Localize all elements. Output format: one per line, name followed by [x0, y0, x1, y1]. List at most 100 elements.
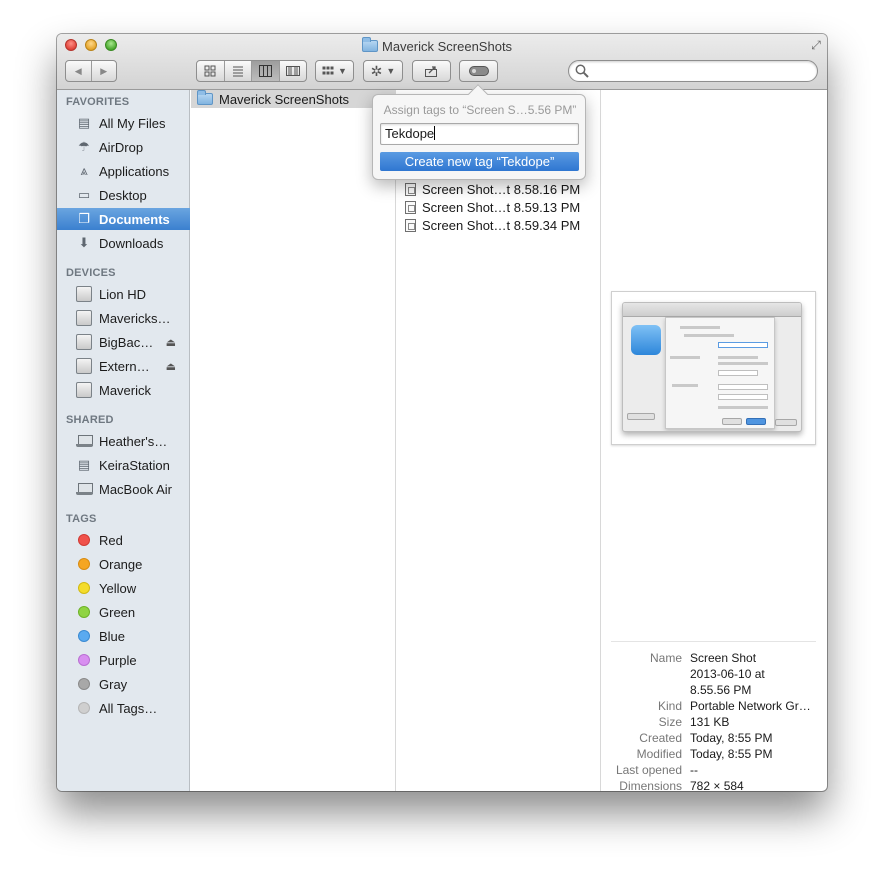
- disk-icon: [75, 310, 93, 326]
- sidebar-item-label: Desktop: [99, 187, 147, 203]
- info-key: Name: [649, 651, 682, 665]
- sidebar-item-label: Mavericks…: [99, 310, 171, 326]
- sidebar-item-label: Blue: [99, 628, 126, 644]
- sidebar-item-tag-yellow[interactable]: Yellow: [57, 577, 190, 599]
- share-button[interactable]: [412, 60, 451, 82]
- coverflow-view-button[interactable]: [280, 61, 307, 81]
- sidebar-item-extern[interactable]: Extern… ⏏: [57, 355, 190, 377]
- sidebar-item-tag-blue[interactable]: Blue: [57, 625, 190, 647]
- all-my-files-icon: ▤: [77, 115, 91, 130]
- sidebar-item-tag-purple[interactable]: Purple: [57, 649, 190, 671]
- sidebar-item-label: Yellow: [99, 580, 137, 596]
- minimize-button[interactable]: [85, 39, 97, 51]
- info-row-dimensions: Dimensions 782 × 584: [602, 778, 827, 791]
- sidebar-item-mavericks[interactable]: Mavericks…: [57, 307, 190, 329]
- sidebar-item-macbook-air[interactable]: MacBook Air: [57, 478, 190, 500]
- browser-column-2: Screen Shot…t 8.58.16 PM Screen Shot…t 8…: [397, 90, 601, 791]
- info-row-created: Created Today, 8:55 PM: [602, 730, 827, 746]
- arrange-button[interactable]: ▼: [315, 60, 354, 82]
- back-arrow-icon: ◀: [74, 65, 82, 76]
- sidebar-item-lion-hd[interactable]: Lion HD: [57, 283, 190, 305]
- laptop-icon: [75, 433, 93, 449]
- sidebar-item-maverick[interactable]: Maverick: [57, 379, 190, 401]
- arrange-icon: [322, 66, 334, 75]
- tag-input-value: Tekdope: [385, 126, 435, 141]
- sidebar-item-label: Extern…: [99, 358, 150, 374]
- eject-icon[interactable]: ⏏: [166, 336, 176, 349]
- sidebar: FAVORITES ▤ All My Files ☂ AirDrop ⩓ App…: [57, 90, 190, 791]
- info-value: 782 × 584: [690, 779, 744, 791]
- info-row-name: Name Screen Shot 2013-06-10 at 8.55.56 P…: [602, 650, 827, 698]
- coverflow-view-icon: [285, 66, 300, 76]
- sidebar-item-tag-gray[interactable]: Gray: [57, 673, 190, 695]
- icon-view-button[interactable]: [197, 61, 225, 81]
- tag-input[interactable]: Tekdope: [380, 123, 579, 145]
- shared-header: SHARED: [66, 414, 114, 426]
- info-value: Portable Network Gr…: [690, 699, 811, 713]
- sidebar-item-label: Orange: [99, 556, 143, 572]
- popover-title: Assign tags to “Screen S…5.56 PM”: [383, 103, 577, 117]
- info-row-modified: Modified Today, 8:55 PM: [602, 746, 827, 762]
- sidebar-item-all-my-files[interactable]: ▤ All My Files: [57, 112, 190, 134]
- column-view-button[interactable]: [252, 61, 280, 81]
- text-caret: [434, 126, 436, 140]
- sidebar-item-bigbac[interactable]: BigBac… ⏏: [57, 331, 190, 353]
- list-item[interactable]: Screen Shot…t 8.59.34 PM: [397, 216, 580, 234]
- sidebar-item-tag-red[interactable]: Red: [57, 529, 190, 551]
- sidebar-item-tag-orange[interactable]: Orange: [57, 553, 190, 575]
- eject-icon[interactable]: ⏏: [166, 360, 176, 373]
- sidebar-item-heathers[interactable]: Heather's…: [57, 430, 190, 452]
- info-key: Modified: [636, 747, 682, 761]
- info-value: Screen Shot 2013-06-10 at 8.55.56 PM: [690, 650, 820, 698]
- window-title: Maverick ScreenShots: [362, 37, 512, 54]
- devices-header: DEVICES: [66, 267, 116, 279]
- tag-dot-icon: [75, 604, 93, 620]
- info-value-line: 8.55.56 PM: [690, 683, 752, 697]
- sidebar-item-label: Maverick: [99, 382, 152, 398]
- toolbar: Maverick ScreenShots ⤢ ◀ ▶ ▼ ✲ ▼: [57, 34, 827, 90]
- list-item[interactable]: Maverick ScreenShots: [191, 90, 396, 108]
- fullscreen-icon[interactable]: ⤢: [809, 38, 823, 52]
- back-forward-control: ◀ ▶: [65, 60, 117, 82]
- list-item[interactable]: Screen Shot…t 8.59.13 PM: [397, 198, 580, 216]
- tags-header: TAGS: [66, 513, 97, 525]
- folder-icon: [197, 90, 213, 105]
- sidebar-item-applications[interactable]: ⩓ Applications: [57, 160, 190, 182]
- browser-column-1: Maverick ScreenShots: [191, 90, 396, 791]
- preview-thumbnail[interactable]: [611, 291, 816, 445]
- sidebar-item-downloads[interactable]: ⬇ Downloads: [57, 232, 190, 254]
- create-tag-suggestion[interactable]: Create new tag “Tekdope”: [380, 152, 579, 171]
- sidebar-item-desktop[interactable]: ▭ Desktop: [57, 184, 190, 206]
- search-input[interactable]: [568, 60, 818, 82]
- list-view-icon: [232, 66, 243, 77]
- edit-tags-button[interactable]: [459, 60, 498, 82]
- divider: [611, 641, 816, 642]
- sidebar-item-airdrop[interactable]: ☂ AirDrop: [57, 136, 190, 158]
- sidebar-item-label: Gray: [99, 676, 128, 692]
- list-view-button[interactable]: [225, 61, 252, 81]
- sidebar-item-label: Red: [99, 532, 123, 548]
- close-button[interactable]: [65, 39, 77, 51]
- zoom-button[interactable]: [105, 39, 117, 51]
- list-item[interactable]: Screen Shot…t 8.58.16 PM: [397, 180, 580, 198]
- action-button[interactable]: ✲ ▼: [363, 60, 403, 82]
- cloud-icon: [631, 325, 661, 355]
- sidebar-item-all-tags[interactable]: All Tags…: [57, 697, 190, 719]
- sidebar-item-tag-green[interactable]: Green: [57, 601, 190, 623]
- sidebar-item-documents[interactable]: ❐ Documents: [57, 208, 190, 230]
- sidebar-item-label: AirDrop: [99, 139, 144, 155]
- chevron-down-icon: ▼: [386, 66, 396, 76]
- info-value: --: [690, 763, 698, 777]
- folder-icon: [362, 37, 378, 52]
- tag-dot-icon: [75, 532, 93, 548]
- tag-dot-icon: [75, 556, 93, 572]
- sidebar-item-keirastation[interactable]: ▤ KeiraStation: [57, 454, 190, 476]
- back-button[interactable]: ◀: [66, 61, 92, 81]
- thumbnail-image: [622, 302, 802, 432]
- image-file-icon: [405, 182, 416, 196]
- desktop-icon: ▭: [77, 187, 91, 202]
- forward-button[interactable]: ▶: [92, 61, 117, 81]
- sidebar-item-label: Heather's…: [99, 433, 168, 449]
- list-item-label: Screen Shot…t 8.59.34 PM: [422, 217, 581, 233]
- gear-icon: ✲: [370, 62, 383, 79]
